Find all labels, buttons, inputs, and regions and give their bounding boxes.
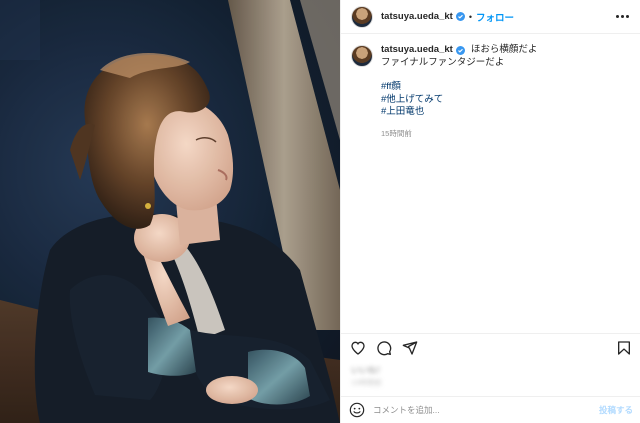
likes-summary[interactable]: いいね！ [351,364,385,376]
comment-input[interactable] [373,405,599,415]
hashtag[interactable]: #ff顔 [381,81,537,94]
verified-badge-icon [455,45,465,55]
post-side-panel: tatsuya.ueda_kt • フォロー tatsuya.ueda_kt ほ… [340,0,640,423]
caption-username[interactable]: tatsuya.ueda_kt [381,44,453,57]
avatar[interactable] [351,5,373,28]
caption-first-line: tatsuya.ueda_kt ほおら横顔だよ [381,44,537,57]
portrait-illustration [0,0,340,423]
post-header: tatsuya.ueda_kt • フォロー [341,0,640,34]
save-button[interactable] [615,339,633,357]
caption: tatsuya.ueda_kt ほおら横顔だよ ファイナルファンタジーだよ #f… [351,44,631,140]
likes-subtext: 15時間前 [351,378,382,387]
username-link[interactable]: tatsuya.ueda_kt [381,11,453,22]
verified-badge-icon [455,12,465,21]
comment-bar: 投稿する [341,396,640,423]
hashtag[interactable]: #他上げてみて [381,94,537,107]
heart-icon [351,341,365,355]
more-options-icon[interactable] [612,11,633,22]
like-button[interactable] [349,339,367,357]
hashtag[interactable]: #上田竜也 [381,106,537,119]
post-photo[interactable] [0,0,340,423]
follow-button[interactable]: フォロー [476,10,514,24]
post-comment-button[interactable]: 投稿する [599,404,633,416]
comment-button[interactable] [375,339,393,357]
caption-text: ほおら横顔だよ [470,44,538,55]
hashtag-list: #ff顔 #他上げてみて #上田竜也 [381,81,537,119]
instagram-post: tatsuya.ueda_kt • フォロー tatsuya.ueda_kt ほ… [0,0,640,423]
send-icon [402,340,418,355]
post-timestamp[interactable]: 15時間前 [381,128,537,141]
caption-body: tatsuya.ueda_kt ほおら横顔だよ ファイナルファンタジーだよ #f… [381,44,537,140]
share-button[interactable] [401,339,419,357]
separator-dot: • [468,11,472,22]
caption-text-line2: ファイナルファンタジーだよ [381,56,505,68]
emoji-icon[interactable] [349,402,365,418]
comment-icon [377,340,392,355]
caption-avatar[interactable] [351,45,373,67]
action-bar [341,333,640,361]
bookmark-icon [618,340,630,355]
